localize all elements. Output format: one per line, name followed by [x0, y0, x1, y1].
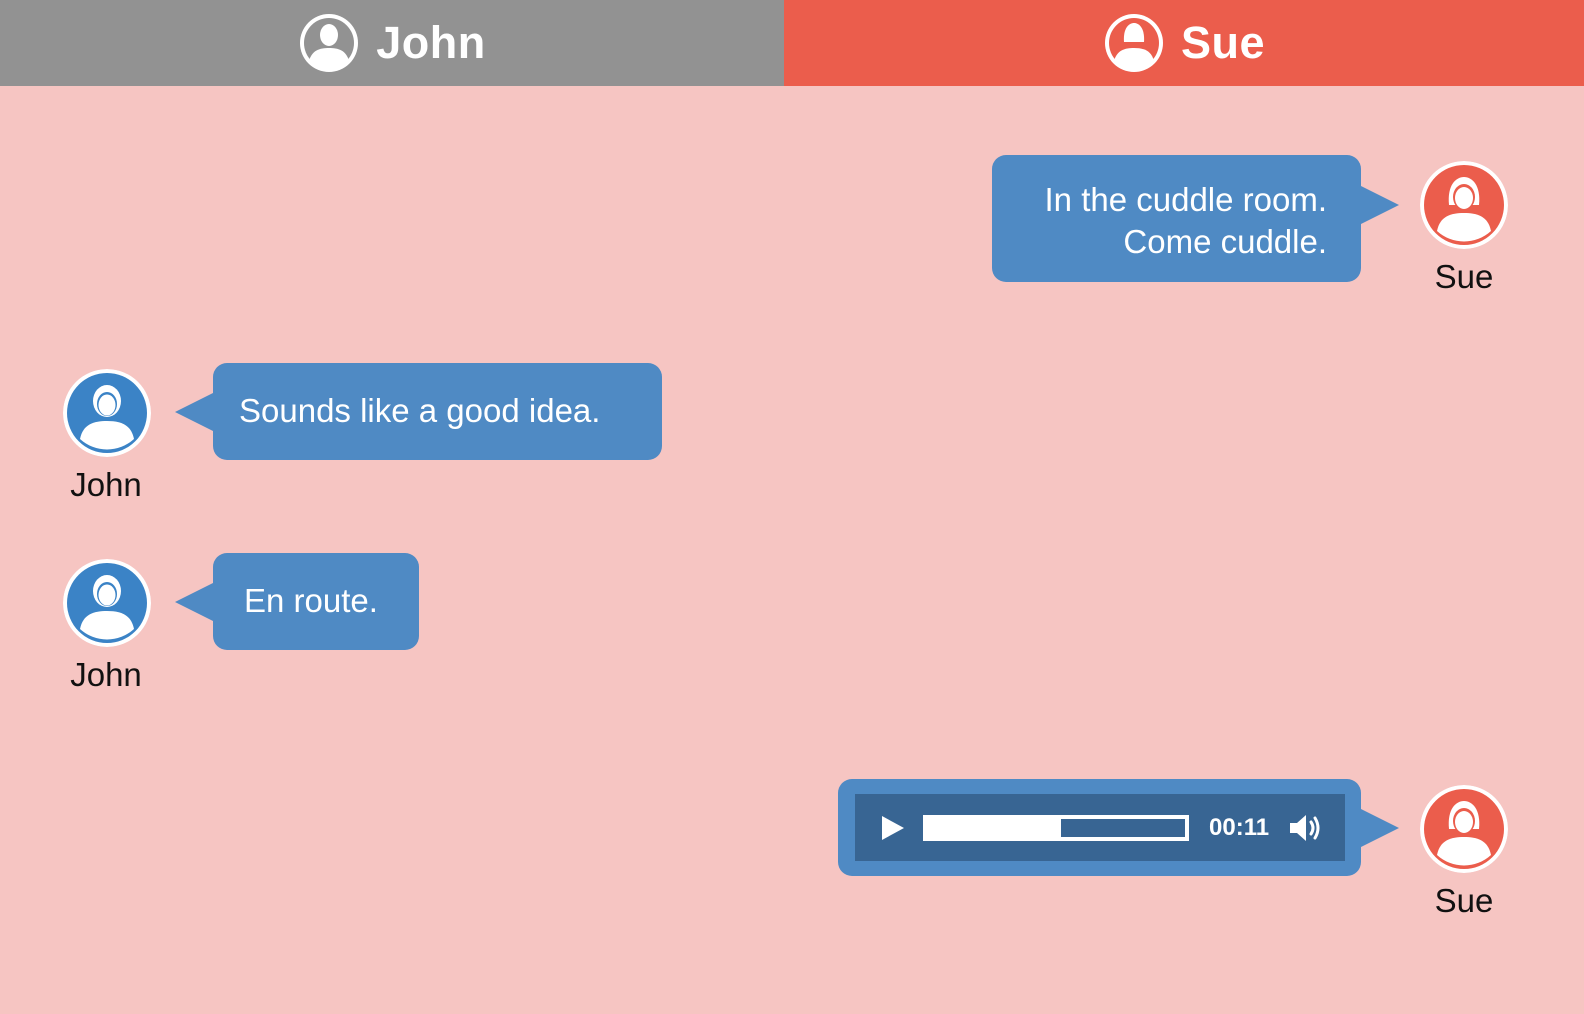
audio-progress-fill — [927, 818, 1062, 837]
tab-sue-label: Sue — [1180, 17, 1266, 68]
user-male-icon — [63, 369, 151, 457]
audio-progress-bar[interactable] — [923, 814, 1189, 841]
user-male-icon — [63, 559, 151, 647]
play-button[interactable] — [873, 808, 913, 848]
user-female-icon — [1420, 161, 1508, 249]
message-text-line: In the cuddle room. — [1044, 181, 1328, 218]
message-text-line: Come cuddle. — [1123, 223, 1327, 260]
volume-button[interactable] — [1285, 808, 1325, 848]
sender-name: Sue — [1434, 882, 1494, 919]
user-female-icon — [1420, 785, 1508, 873]
user-female-icon — [1104, 14, 1163, 72]
tab-sue[interactable]: Sue — [784, 0, 1584, 86]
message-bubble: En route. — [213, 553, 419, 650]
tab-john[interactable]: John — [0, 0, 784, 86]
message-text-line: Sounds like a good idea. — [239, 392, 601, 429]
message-bubble: Sounds like a good idea. — [213, 363, 662, 460]
bubble-tail — [1359, 808, 1399, 848]
bubble-tail — [175, 392, 215, 432]
message-text-line: En route. — [244, 582, 378, 619]
avatar-john — [63, 559, 151, 647]
bubble-tail — [1359, 185, 1399, 225]
sender-name: Sue — [1434, 258, 1494, 295]
sender-name: John — [70, 656, 142, 693]
sender-name: John — [70, 466, 142, 503]
avatar-sue — [1420, 785, 1508, 873]
play-icon — [882, 815, 904, 840]
user-male-icon — [300, 14, 359, 72]
avatar-sue — [1420, 161, 1508, 249]
audio-time: 00:11 — [1209, 813, 1270, 841]
audio-bubble: 00:11 — [838, 779, 1361, 876]
volume-icon — [1290, 814, 1320, 841]
audio-player: 00:11 — [855, 794, 1345, 861]
avatar-john — [63, 369, 151, 457]
tab-bar: John Sue — [0, 0, 1584, 86]
message-bubble: In the cuddle room. Come cuddle. — [992, 155, 1361, 282]
tab-john-label: John — [376, 17, 486, 68]
bubble-tail — [175, 582, 215, 622]
